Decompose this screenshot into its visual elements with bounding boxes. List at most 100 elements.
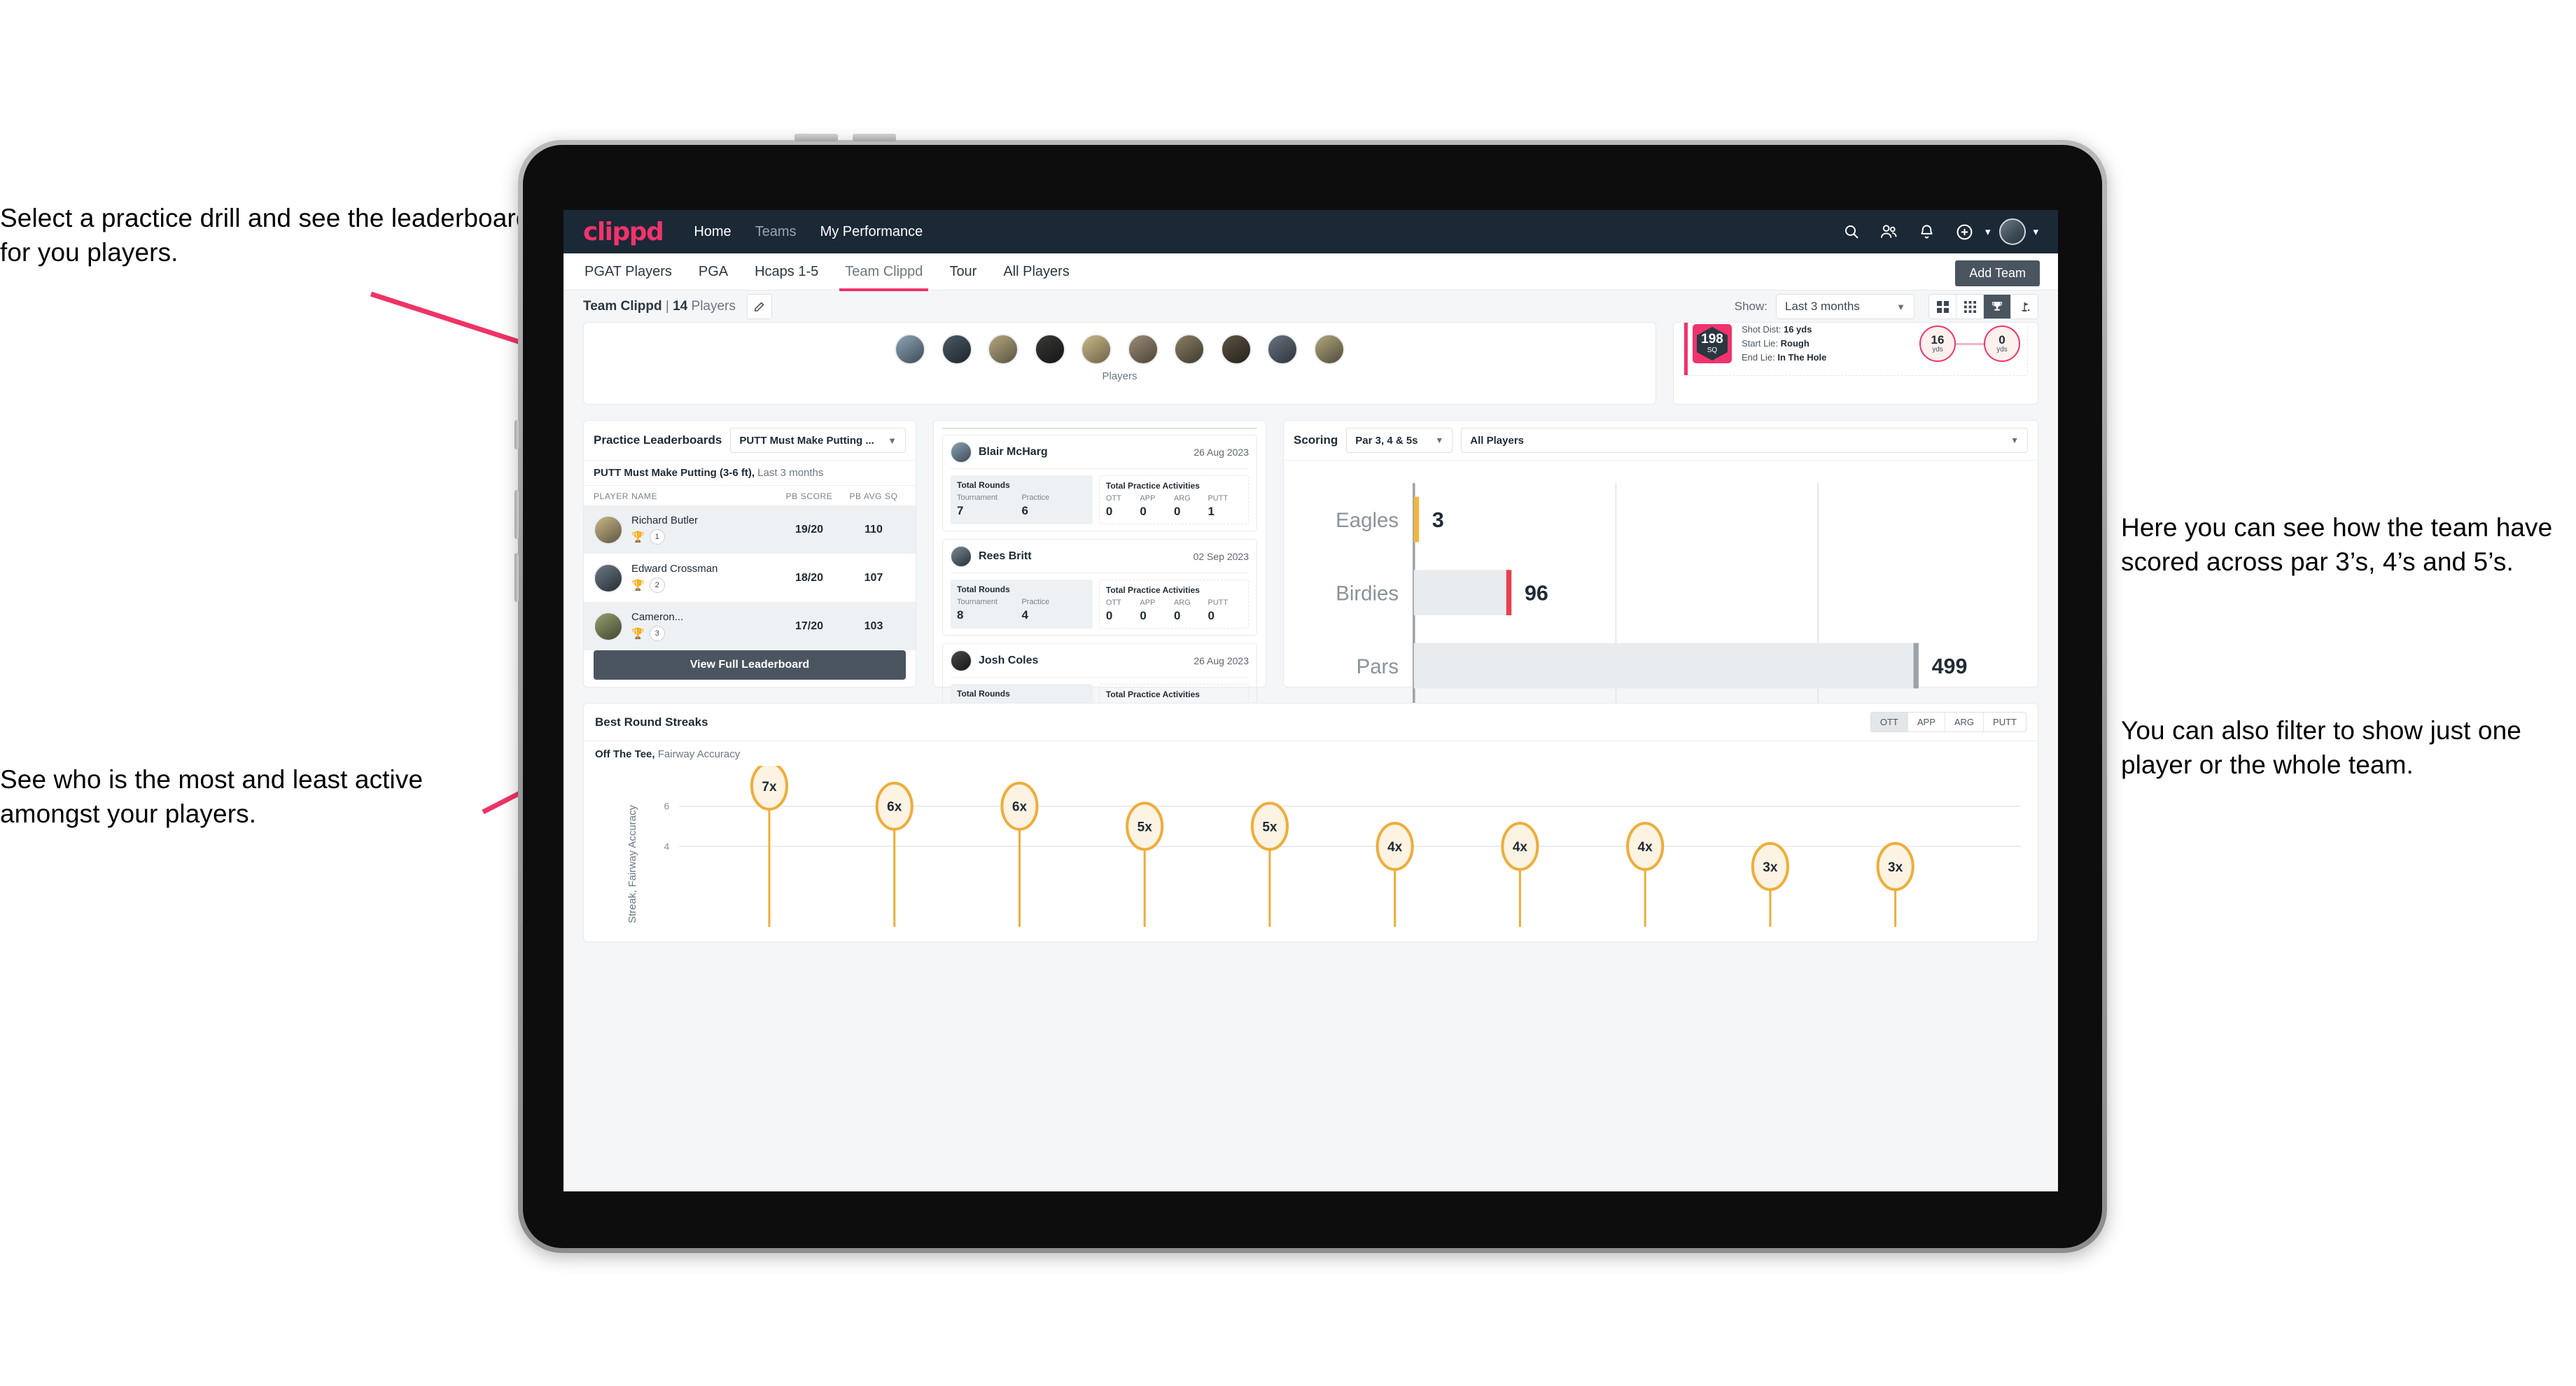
- clippd-logo[interactable]: clippd: [583, 218, 664, 246]
- side-button-2[interactable]: [514, 490, 519, 539]
- avatar[interactable]: [1034, 334, 1065, 365]
- grid-2x2-icon[interactable]: [1929, 295, 1956, 318]
- shot-detail-inner: 198 SQ Shot Dist: 16 yds Start Lie: Roug…: [1684, 323, 2028, 376]
- nav-link-my-performance[interactable]: My Performance: [820, 224, 923, 240]
- putt-label: PUTT: [1208, 598, 1228, 607]
- tab-all-players[interactable]: All Players: [1002, 257, 1070, 287]
- add-team-button[interactable]: Add Team: [1955, 260, 2040, 286]
- tab-team-clippd[interactable]: Team Clippd: [839, 257, 929, 291]
- flag-icon[interactable]: [2011, 295, 2038, 318]
- end-distance-unit: yds: [1996, 346, 2008, 354]
- bar-value-label: 499: [1932, 654, 1968, 678]
- team-tabs-bar: PGAT Players PGA Hcaps 1-5 Team Clippd T…: [564, 253, 2058, 291]
- bell-icon[interactable]: [1912, 216, 1942, 247]
- putt-value: 0: [1208, 609, 1214, 622]
- volume-down-button[interactable]: [853, 134, 896, 141]
- tournament-value: 8: [957, 608, 964, 622]
- plus-circle-icon[interactable]: [1949, 216, 1980, 247]
- avatar[interactable]: [1127, 334, 1158, 365]
- table-row[interactable]: Richard Butler 🏆 1 19/20 110: [584, 505, 916, 554]
- par-filter-select[interactable]: Par 3, 4 & 5s ▼: [1346, 428, 1453, 453]
- team-title: Team Clippd | 14 Players: [583, 299, 736, 314]
- drill-select-value: PUTT Must Make Putting ...: [739, 434, 874, 447]
- activity-date: 02 Sep 2023: [1193, 551, 1249, 562]
- drill-select[interactable]: PUTT Must Make Putting ... ▼: [730, 428, 906, 453]
- bar-category-label: Birdies: [1336, 582, 1399, 605]
- toggle-putt[interactable]: PUTT: [1984, 713, 2026, 732]
- shot-score-unit: SQ: [1707, 346, 1718, 354]
- tab-hcaps-1-5[interactable]: Hcaps 1-5: [753, 257, 820, 287]
- shot-accent-bar: [1684, 323, 1688, 375]
- y-tick-label: 4: [664, 841, 669, 852]
- streak-value-label: 3x: [1888, 860, 1903, 875]
- rank-badge: 2: [649, 578, 665, 593]
- tab-most-active[interactable]: Most Active: [943, 428, 1100, 429]
- avatar[interactable]: [988, 334, 1019, 365]
- search-icon[interactable]: [1836, 216, 1867, 247]
- start-lie-label: Start Lie:: [1742, 337, 1779, 349]
- trophy-bronze-icon: 🏆: [631, 627, 645, 640]
- tab-least-active[interactable]: Least Active: [1100, 428, 1257, 429]
- trophy-gold-icon: 🏆: [631, 531, 645, 543]
- date-range-select[interactable]: Last 3 months ▼: [1776, 294, 1914, 319]
- avatar[interactable]: [1997, 216, 2028, 247]
- tab-tour[interactable]: Tour: [948, 257, 978, 287]
- toggle-ott[interactable]: OTT: [1870, 713, 1908, 732]
- avatar[interactable]: [1174, 334, 1205, 365]
- grid-3x3-icon[interactable]: [1956, 295, 1984, 318]
- table-row[interactable]: Cameron... 🏆 3 17/20 103: [584, 602, 916, 650]
- avatar: [594, 563, 623, 593]
- trophy-silver-icon: 🏆: [631, 579, 645, 592]
- chevron-down-icon-add[interactable]: ▾: [1985, 225, 1991, 238]
- avatar[interactable]: [1220, 334, 1252, 365]
- streaks-lollipop-chart: 4 6 Streak, Fairway Accuracy 7x 6x 6x 5x 5x 4x 4x…: [595, 761, 2026, 927]
- chevron-down-icon-profile[interactable]: ▾: [2033, 225, 2038, 238]
- table-row[interactable]: Edward Crossman 🏆 2 18/20 107: [584, 554, 916, 602]
- scoring-card: Scoring Par 3, 4 & 5s ▼ All Players ▼ 3 E…: [1283, 420, 2038, 919]
- practice-activities-block: Total Practice Activities OTT 0 APP 0 AR…: [1098, 475, 1249, 524]
- practice-leaderboard-card: Practice Leaderboards PUTT Must Make Put…: [583, 420, 916, 687]
- avatar[interactable]: [1313, 334, 1345, 365]
- people-icon[interactable]: [1874, 216, 1905, 247]
- list-item[interactable]: Blair McHarg 26 Aug 2023 Total Rounds To…: [942, 435, 1257, 531]
- side-button-1[interactable]: [514, 420, 519, 449]
- players-caption: Players: [1102, 370, 1138, 382]
- app-value: 0: [1140, 609, 1147, 622]
- leaderboard-subtitle-range: Last 3 months: [755, 467, 824, 479]
- tab-pgat-players[interactable]: PGAT Players: [583, 257, 673, 287]
- scoring-header: Scoring Par 3, 4 & 5s ▼ All Players ▼: [1284, 421, 2038, 461]
- pb-score-value: 17/20: [794, 620, 824, 632]
- avatar[interactable]: [941, 334, 972, 365]
- shot-score: 198: [1701, 331, 1723, 346]
- player-filter-value: All Players: [1470, 434, 1525, 447]
- tournament-label: Tournament: [957, 493, 998, 502]
- best-round-streaks-card: Best Round Streaks OTT APP ARG PUTT Off …: [583, 703, 2038, 942]
- edit-pencil-icon[interactable]: [746, 294, 772, 319]
- pb-avg-sq-value: 107: [864, 571, 883, 584]
- date-range-value: Last 3 months: [1785, 300, 1860, 313]
- nav-link-home[interactable]: Home: [694, 224, 731, 240]
- avatar[interactable]: [1081, 334, 1112, 365]
- view-full-leaderboard-button[interactable]: View Full Leaderboard: [594, 650, 906, 680]
- start-distance-unit: yds: [1932, 346, 1943, 354]
- tab-pga[interactable]: PGA: [697, 257, 729, 287]
- par-filter-value: Par 3, 4 & 5s: [1355, 434, 1418, 447]
- practice-value: 4: [1021, 608, 1028, 622]
- distance-connector: [1956, 342, 1984, 345]
- streak-value-label: 5x: [1138, 820, 1153, 834]
- toggle-app[interactable]: APP: [1908, 713, 1945, 732]
- player-name: Richard Butler: [631, 514, 699, 526]
- avatar: [951, 442, 972, 463]
- avatar[interactable]: [895, 334, 926, 365]
- practice-activities-block: Total Practice Activities OTT 0 APP 0 AR…: [1098, 580, 1249, 629]
- player-filter-select[interactable]: All Players ▼: [1461, 428, 2028, 453]
- trophy-icon[interactable]: [1984, 295, 2011, 318]
- nav-link-teams[interactable]: Teams: [755, 224, 797, 240]
- volume-up-button[interactable]: [794, 134, 838, 141]
- side-button-3[interactable]: [514, 553, 519, 602]
- shot-dist-value: 16 yds: [1783, 323, 1812, 335]
- activity-tab-group: Most Active Least Active: [942, 428, 1257, 429]
- toggle-arg[interactable]: ARG: [1945, 713, 1984, 732]
- avatar[interactable]: [1267, 334, 1298, 365]
- list-item[interactable]: Rees Britt 02 Sep 2023 Total Rounds Tour…: [942, 539, 1257, 636]
